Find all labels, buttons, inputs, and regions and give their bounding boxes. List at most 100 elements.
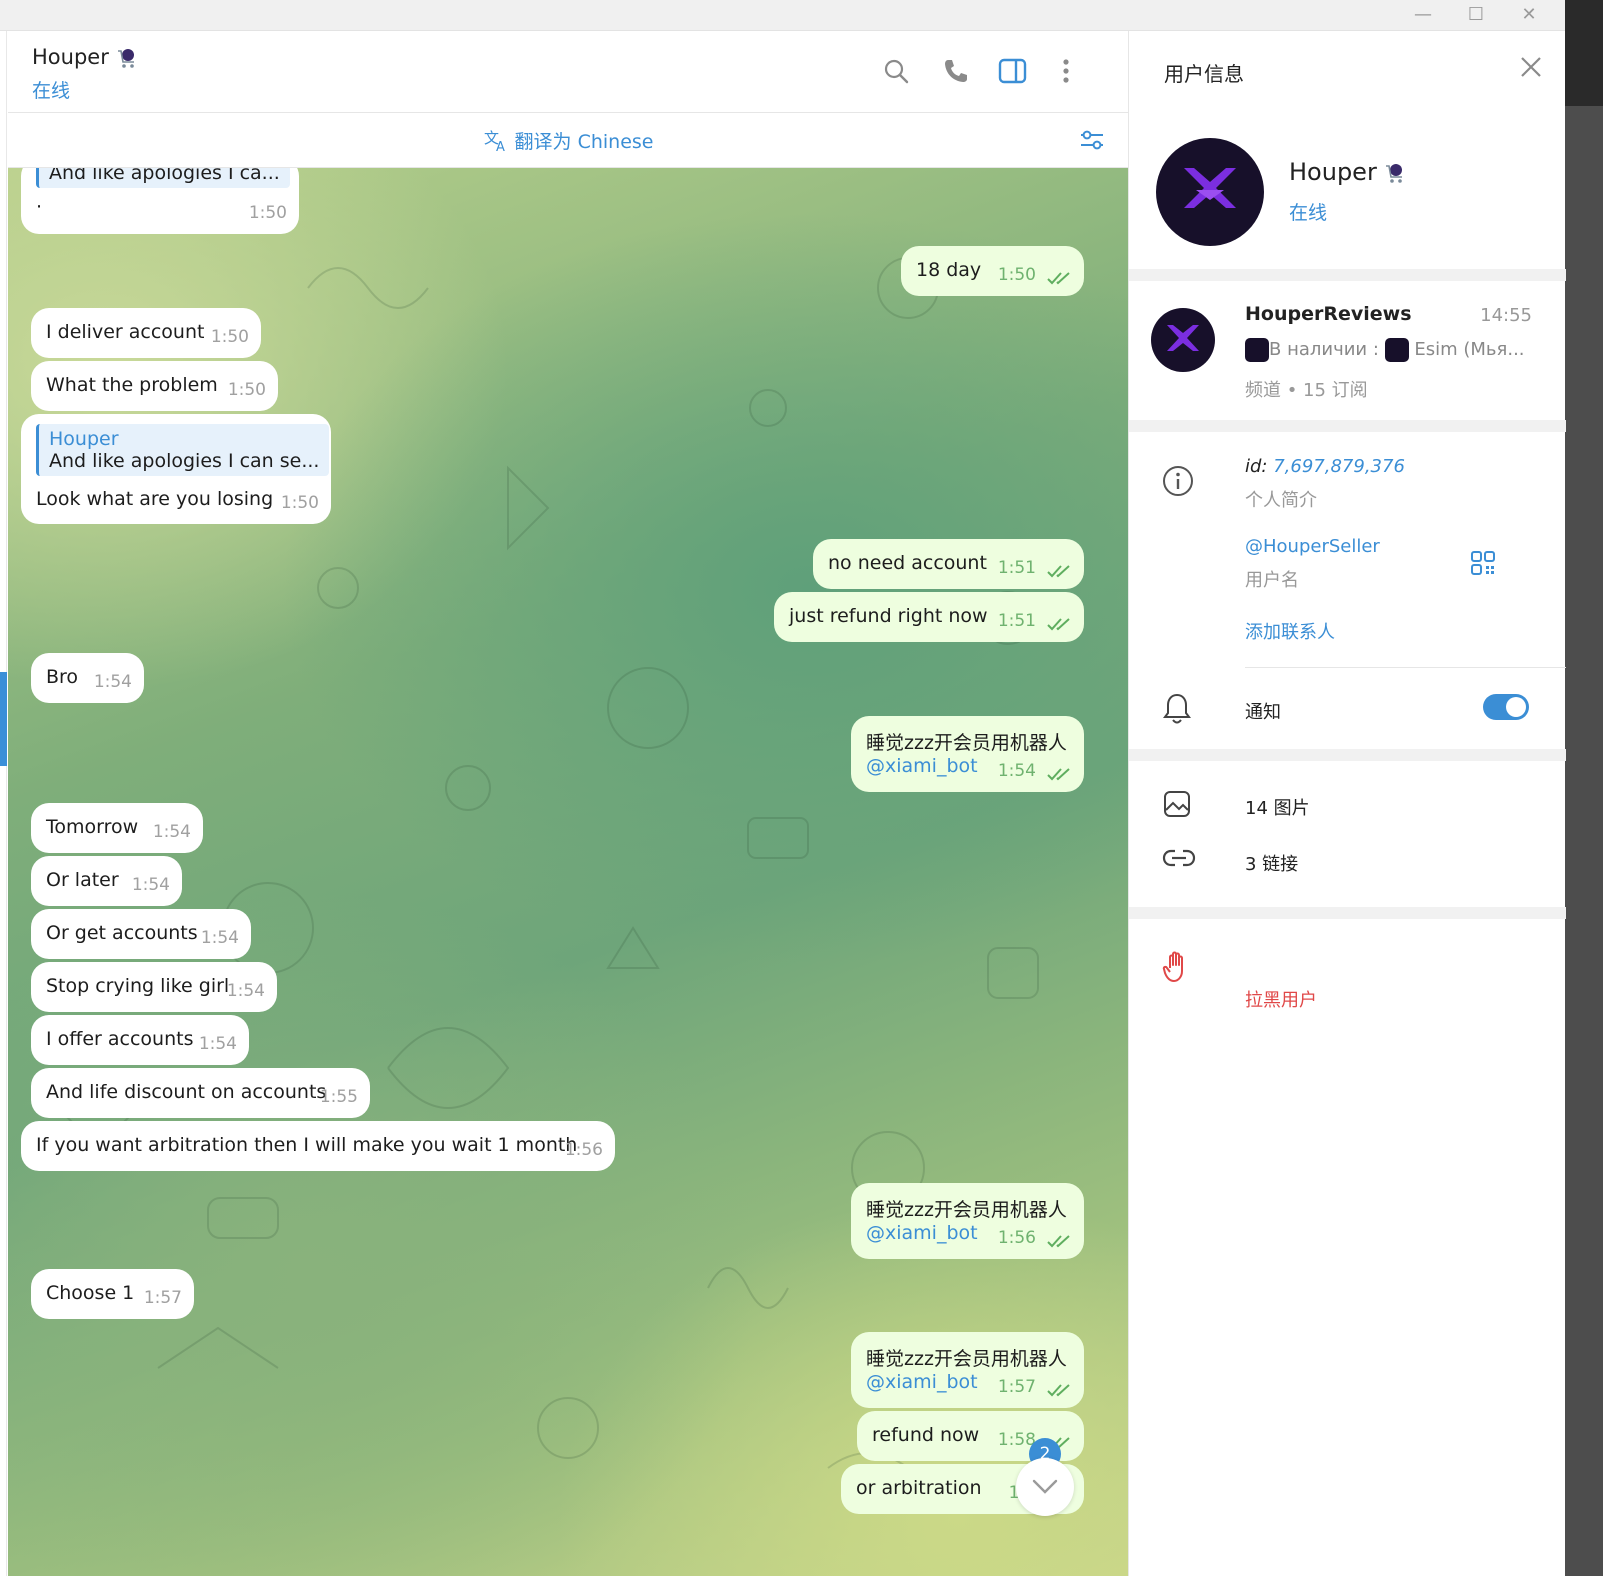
background-window-strip xyxy=(1565,106,1603,1576)
link-icon xyxy=(1162,847,1196,873)
background-window xyxy=(1565,0,1603,106)
close-window-button[interactable]: ✕ xyxy=(1509,2,1549,28)
chat-messages-area[interactable]: And like apologies I ca... · 1:50 18 day 1:5… xyxy=(8,168,1128,1576)
reply-quote[interactable]: And like apologies I ca... xyxy=(36,168,290,188)
add-contact-button[interactable]: 添加联系人 xyxy=(1245,618,1335,644)
notifications-toggle[interactable] xyxy=(1483,694,1529,720)
outgoing-message[interactable]: 18 day 1:50 xyxy=(901,246,1084,296)
phone-icon[interactable] xyxy=(938,53,974,89)
more-vertical-icon[interactable] xyxy=(1048,53,1084,89)
message-text: or arbitration xyxy=(856,1477,982,1499)
block-user-button[interactable]: 拉黑用户 xyxy=(1245,986,1317,1012)
incoming-message[interactable]: Or get accounts 1:54 xyxy=(31,909,251,959)
message-text: Stop crying like girl xyxy=(46,975,230,997)
message-time: 1:54 xyxy=(198,1034,237,1054)
section-divider xyxy=(1129,269,1566,281)
message-text: 睡觉zzz开会员用机器人 xyxy=(866,1348,1067,1370)
search-icon[interactable] xyxy=(878,53,914,89)
minimize-button[interactable]: — xyxy=(1403,2,1443,28)
incoming-message[interactable]: Choose 1 1:57 xyxy=(31,1269,194,1319)
outgoing-message[interactable]: just refund right now 1:51 xyxy=(774,592,1084,642)
message-time: 1:51 xyxy=(997,611,1036,631)
outgoing-message[interactable]: no need account 1:51 xyxy=(813,539,1084,589)
message-time: 1:56 xyxy=(564,1140,603,1160)
channel-preview-part-a: В наличии : xyxy=(1269,339,1379,360)
incoming-message[interactable]: And like apologies I ca... · 1:50 xyxy=(21,168,299,234)
toggle-knob xyxy=(1506,697,1526,717)
incoming-message[interactable]: Or later 1:54 xyxy=(31,856,182,906)
close-icon[interactable] xyxy=(1519,55,1543,83)
cart-emoji-icon xyxy=(117,49,134,68)
message-text: refund now xyxy=(872,1424,980,1446)
user-status: 在线 xyxy=(1289,202,1328,224)
translate-bar[interactable]: 文 A 翻译为 Chinese xyxy=(8,113,1128,168)
channel-preview-part-b: Esim (Мья... xyxy=(1414,339,1525,360)
channel-meta: 频道 • 15 订阅 xyxy=(1245,380,1368,401)
incoming-message[interactable]: If you want arbitration then I will make… xyxy=(21,1121,615,1171)
user-info-panel: 用户信息 Houper 在线 HouperReviews 14:55 В нал… xyxy=(1128,31,1566,1576)
message-text: Or get accounts xyxy=(46,922,198,944)
message-text: Look what are you losing xyxy=(36,488,274,510)
double-check-icon xyxy=(1047,768,1070,781)
info-icon xyxy=(1162,465,1194,501)
section-divider xyxy=(1129,749,1566,761)
incoming-message[interactable]: I offer accounts 1:54 xyxy=(31,1015,249,1065)
bell-icon xyxy=(1162,692,1192,730)
photo-icon xyxy=(1162,789,1192,823)
chat-header: Houper 在线 xyxy=(8,31,1128,113)
bio-label: 个人简介 xyxy=(1245,490,1317,511)
incoming-message[interactable]: I deliver account 1:50 xyxy=(31,308,261,358)
outgoing-message[interactable]: 睡觉zzz开会员用机器人 @xiami_bot 1:56 xyxy=(851,1183,1084,1259)
reply-author: Houper xyxy=(49,428,119,450)
reply-quote[interactable]: Houper And like apologies I can se... xyxy=(36,424,330,476)
message-text: 18 day xyxy=(916,259,982,281)
chevron-down-icon xyxy=(1032,1479,1058,1494)
channel-logo-icon xyxy=(1384,338,1409,362)
message-time: 1:54 xyxy=(93,672,132,692)
user-id-prefix: id: xyxy=(1245,456,1274,477)
incoming-message[interactable]: Bro 1:54 xyxy=(31,653,144,703)
user-avatar[interactable] xyxy=(1156,138,1264,246)
left-panel-edge xyxy=(0,31,7,1576)
bot-mention-link[interactable]: @xiami_bot xyxy=(866,1371,978,1393)
outgoing-message[interactable]: 睡觉zzz开会员用机器人 @xiami_bot 1:54 xyxy=(851,716,1084,792)
message-text: 睡觉zzz开会员用机器人 xyxy=(866,732,1067,754)
incoming-message[interactable]: And life discount on accounts 1:55 xyxy=(31,1068,370,1118)
message-time: 1:54 xyxy=(226,981,265,1001)
message-time: 1:51 xyxy=(997,558,1036,578)
links-item[interactable]: 3 链接 xyxy=(1245,850,1298,876)
outgoing-message[interactable]: 睡觉zzz开会员用机器人 @xiami_bot 1:57 xyxy=(851,1332,1084,1408)
chat-title[interactable]: Houper xyxy=(32,45,138,69)
message-text: If you want arbitration then I will make… xyxy=(36,1134,578,1156)
incoming-message[interactable]: What the problem 1:50 xyxy=(31,361,278,411)
maximize-button[interactable]: ☐ xyxy=(1456,2,1496,28)
message-time: 1:50 xyxy=(280,493,319,513)
qr-code-icon[interactable] xyxy=(1470,550,1496,580)
bot-mention-link[interactable]: @xiami_bot xyxy=(866,1222,978,1244)
reply-text: And like apologies I can se... xyxy=(49,450,320,472)
section-divider xyxy=(1129,420,1566,432)
channel-time: 14:55 xyxy=(1480,305,1532,326)
user-id[interactable]: id: 7,697,879,376 xyxy=(1245,456,1405,477)
message-time: 1:57 xyxy=(997,1377,1036,1397)
channel-preview: В наличии : Esim (Мья... xyxy=(1245,338,1525,362)
notifications-label: 通知 xyxy=(1245,702,1281,723)
bot-mention-link[interactable]: @xiami_bot xyxy=(866,755,978,777)
message-time: 1:54 xyxy=(152,822,191,842)
section-divider xyxy=(1129,907,1566,919)
sidebar-toggle-icon[interactable] xyxy=(995,53,1031,89)
scroll-down-button[interactable] xyxy=(1016,1458,1074,1516)
username-label: 用户名 xyxy=(1245,570,1299,591)
message-text: I deliver account xyxy=(46,321,205,343)
incoming-message[interactable]: Stop crying like girl 1:54 xyxy=(31,962,277,1012)
username-link[interactable]: @HouperSeller xyxy=(1245,536,1380,557)
incoming-message[interactable]: Tomorrow 1:54 xyxy=(31,803,203,853)
block-hand-icon xyxy=(1162,950,1192,988)
translate-settings-icon[interactable] xyxy=(1078,126,1106,158)
user-id-value: 7,697,879,376 xyxy=(1273,456,1405,477)
message-text: What the problem xyxy=(46,374,218,396)
photos-item[interactable]: 14 图片 xyxy=(1245,794,1310,820)
double-check-icon xyxy=(1047,565,1070,578)
incoming-message[interactable]: Houper And like apologies I can se... Look… xyxy=(21,414,331,524)
chat-status: 在线 xyxy=(32,80,71,102)
